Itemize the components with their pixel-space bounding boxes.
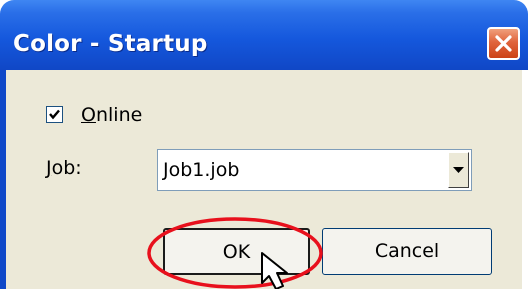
dialog-title: Color - Startup bbox=[13, 31, 208, 57]
online-label[interactable]: Online bbox=[81, 104, 142, 126]
job-select-value: Job1.job bbox=[163, 159, 240, 181]
close-icon bbox=[495, 35, 512, 52]
cancel-button[interactable]: Cancel bbox=[322, 228, 492, 275]
job-label: Job: bbox=[46, 157, 82, 179]
job-select[interactable]: Job1.job bbox=[157, 149, 472, 191]
checkmark-icon bbox=[49, 109, 60, 120]
startup-dialog: Color - Startup Online Job: Job1.job OK … bbox=[0, 0, 528, 289]
title-bar: Color - Startup bbox=[0, 0, 528, 70]
online-checkbox[interactable] bbox=[46, 106, 63, 123]
ok-button[interactable]: OK bbox=[163, 228, 310, 275]
close-button[interactable] bbox=[487, 27, 520, 60]
chevron-down-icon bbox=[453, 167, 464, 173]
dropdown-button[interactable] bbox=[448, 152, 469, 188]
